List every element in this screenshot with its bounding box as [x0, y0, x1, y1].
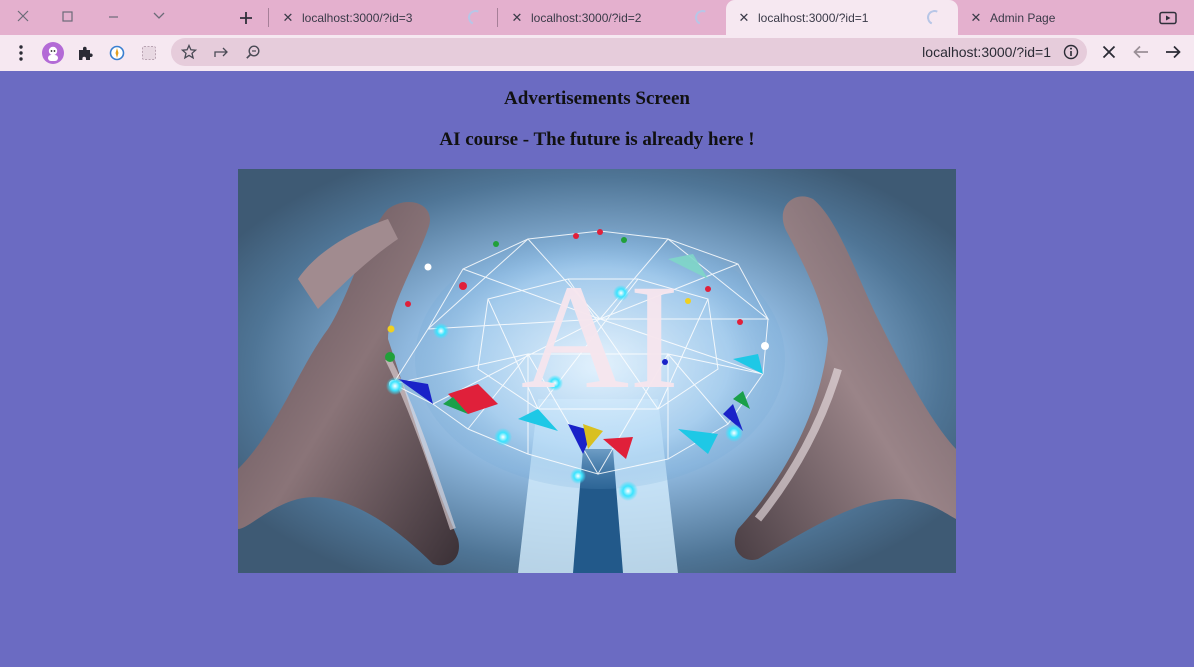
minimize-icon	[108, 15, 118, 18]
more-vert-icon	[19, 45, 23, 61]
menu-button[interactable]	[8, 40, 34, 66]
ad-image: AI	[238, 169, 956, 573]
tab-title: localhost:3000/?id=3	[302, 10, 413, 25]
maximize-icon	[61, 10, 73, 22]
stop-loading-button[interactable]	[1096, 39, 1122, 65]
extension-button[interactable]	[104, 40, 130, 66]
tab-title: Admin Page	[990, 10, 1056, 25]
new-tab-button[interactable]	[232, 5, 260, 31]
media-button[interactable]	[1158, 8, 1178, 28]
extension-icon	[109, 45, 125, 61]
close-icon	[17, 10, 29, 22]
profile-button[interactable]	[40, 40, 66, 66]
close-tab-icon[interactable]: ✕	[280, 10, 296, 26]
arrow-left-icon	[1133, 45, 1148, 59]
minimize-window-button[interactable]	[90, 0, 136, 32]
ai-lettering: AI	[521, 254, 679, 420]
tab-id-1[interactable]: ✕ localhost:3000/?id=1	[726, 0, 958, 35]
close-icon	[1102, 45, 1116, 59]
back-button[interactable]	[1128, 39, 1154, 65]
avatar-icon	[42, 42, 64, 64]
share-icon[interactable]	[211, 42, 231, 62]
loading-spinner-icon	[924, 7, 945, 28]
loading-spinner-icon	[692, 7, 713, 28]
close-tab-icon[interactable]: ✕	[968, 10, 984, 26]
url-text[interactable]: localhost:3000/?id=1	[922, 44, 1051, 60]
maximize-window-button[interactable]	[44, 0, 90, 32]
tab-id-3[interactable]: ✕ localhost:3000/?id=3	[270, 0, 497, 35]
tab-list-button[interactable]	[136, 0, 182, 32]
puzzle-icon	[78, 46, 93, 60]
screenshot-icon	[142, 46, 156, 60]
tab-separator	[268, 8, 269, 27]
close-tab-icon[interactable]: ✕	[509, 10, 525, 26]
zoom-icon[interactable]	[243, 42, 263, 62]
site-info-icon[interactable]	[1061, 42, 1081, 62]
chevron-down-icon	[153, 12, 165, 19]
tab-admin-page[interactable]: ✕ Admin Page	[958, 0, 1158, 35]
close-window-button[interactable]	[0, 0, 46, 32]
loading-spinner-icon	[465, 7, 486, 28]
tab-title: localhost:3000/?id=2	[531, 10, 642, 25]
arrow-right-icon	[1166, 45, 1181, 59]
address-bar[interactable]: localhost:3000/?id=1	[171, 38, 1087, 66]
tab-strip: ✕ localhost:3000/?id=3 ✕ localhost:3000/…	[0, 0, 1194, 35]
forward-button[interactable]	[1160, 39, 1186, 65]
extensions-button[interactable]	[72, 40, 98, 66]
screenshot-button[interactable]	[136, 40, 162, 66]
plus-icon	[240, 12, 252, 24]
close-tab-icon[interactable]: ✕	[736, 10, 752, 26]
media-icon	[1159, 11, 1177, 25]
bookmark-star-icon[interactable]	[179, 42, 199, 62]
ad-title: AI course - The future is already here !	[439, 129, 755, 150]
tab-id-2[interactable]: ✕ localhost:3000/?id=2	[499, 0, 724, 35]
tab-separator	[497, 8, 498, 27]
page-title: Advertisements Screen	[504, 88, 690, 109]
page-content: Advertisements Screen AI course - The fu…	[0, 71, 1194, 667]
tab-title: localhost:3000/?id=1	[758, 10, 869, 25]
